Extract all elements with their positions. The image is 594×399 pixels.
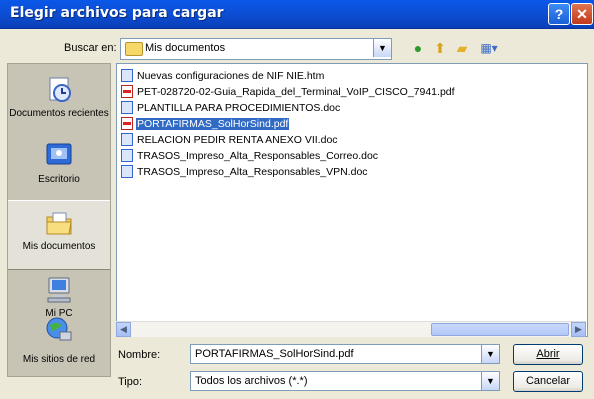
place-label: Escritorio <box>38 174 80 185</box>
cancel-button[interactable]: Cancelar <box>513 371 583 392</box>
recent-docs-icon <box>49 77 71 102</box>
place-recent-documents[interactable]: Documentos recientes <box>8 68 110 136</box>
word-file-icon <box>121 133 133 146</box>
file-type-select[interactable]: Todos los archivos (*.*) ▼ <box>190 371 500 391</box>
file-type-value: Todos los archivos (*.*) <box>195 375 308 387</box>
place-network[interactable]: Mis sitios de red <box>8 310 110 376</box>
pdf-file-icon <box>121 85 133 98</box>
dialog-title: Elegir archivos para cargar <box>10 5 224 21</box>
chevron-down-icon[interactable]: ▼ <box>373 39 391 57</box>
word-file-icon <box>121 165 133 178</box>
place-label: Mis documentos <box>22 241 96 252</box>
back-icon[interactable]: ● <box>408 38 428 58</box>
file-type-label: Tipo: <box>118 376 143 388</box>
file-open-dialog: Elegir archivos para cargar ? ✕ Buscar e… <box>0 0 594 399</box>
new-folder-icon[interactable]: ▰ <box>452 38 472 58</box>
horizontal-scrollbar[interactable]: ◀ ▶ <box>116 321 586 337</box>
help-button[interactable]: ? <box>548 3 570 25</box>
word-file-icon <box>121 149 133 162</box>
chevron-down-icon[interactable]: ▼ <box>481 345 499 363</box>
title-bar[interactable]: Elegir archivos para cargar ? ✕ <box>0 0 594 29</box>
open-button[interactable]: Abrir <box>513 344 583 365</box>
web-file-icon <box>121 69 133 82</box>
word-file-icon <box>121 101 133 114</box>
folder-icon <box>125 42 143 56</box>
up-folder-icon[interactable]: ⬆ <box>430 38 450 58</box>
desktop-icon <box>46 143 72 165</box>
list-item[interactable]: PET-028720-02-Guia_Rapida_del_Terminal_V… <box>121 85 456 101</box>
list-item-selected[interactable]: PORTAFIRMAS_SolHorSind.pdf <box>121 117 290 133</box>
list-item[interactable]: RELACION PEDIR RENTA ANEXO VII.doc <box>121 133 339 149</box>
file-list[interactable]: Nuevas configuraciones de NIF NIE.htm PE… <box>116 63 588 337</box>
network-places-icon <box>46 317 72 341</box>
pdf-file-icon <box>121 117 133 130</box>
look-in-label: Buscar en: <box>64 42 117 54</box>
list-item[interactable]: Nuevas configuraciones de NIF NIE.htm <box>121 69 325 85</box>
place-label: Mis sitios de red <box>22 354 96 365</box>
list-item[interactable]: PLANTILLA PARA PROCEDIMIENTOS.doc <box>121 101 341 117</box>
my-computer-icon <box>47 277 71 303</box>
look-in-dropdown[interactable]: Mis documentos ▼ <box>120 38 392 60</box>
scroll-right-icon[interactable]: ▶ <box>571 322 586 337</box>
file-name-label: Nombre: <box>118 349 161 361</box>
places-bar: Documentos recientes Escritorio Mis docu… <box>7 63 111 377</box>
my-documents-icon <box>46 212 72 235</box>
file-name-value: PORTAFIRMAS_SolHorSind.pdf <box>195 348 354 360</box>
list-item[interactable]: TRASOS_Impreso_Alta_Responsables_VPN.doc <box>121 165 369 181</box>
list-item[interactable]: TRASOS_Impreso_Alta_Responsables_Correo.… <box>121 149 379 165</box>
look-in-value: Mis documentos <box>145 42 226 54</box>
close-button[interactable]: ✕ <box>571 3 593 25</box>
chevron-down-icon[interactable]: ▼ <box>481 372 499 390</box>
place-label: Documentos recientes <box>9 108 109 119</box>
scrollbar-thumb[interactable] <box>431 323 569 336</box>
place-desktop[interactable]: Escritorio <box>8 134 110 202</box>
place-my-documents[interactable]: Mis documentos <box>8 200 110 270</box>
view-menu-icon[interactable]: ▦▾ <box>474 38 504 58</box>
file-name-input[interactable]: PORTAFIRMAS_SolHorSind.pdf ▼ <box>190 344 500 364</box>
scroll-left-icon[interactable]: ◀ <box>116 322 131 337</box>
